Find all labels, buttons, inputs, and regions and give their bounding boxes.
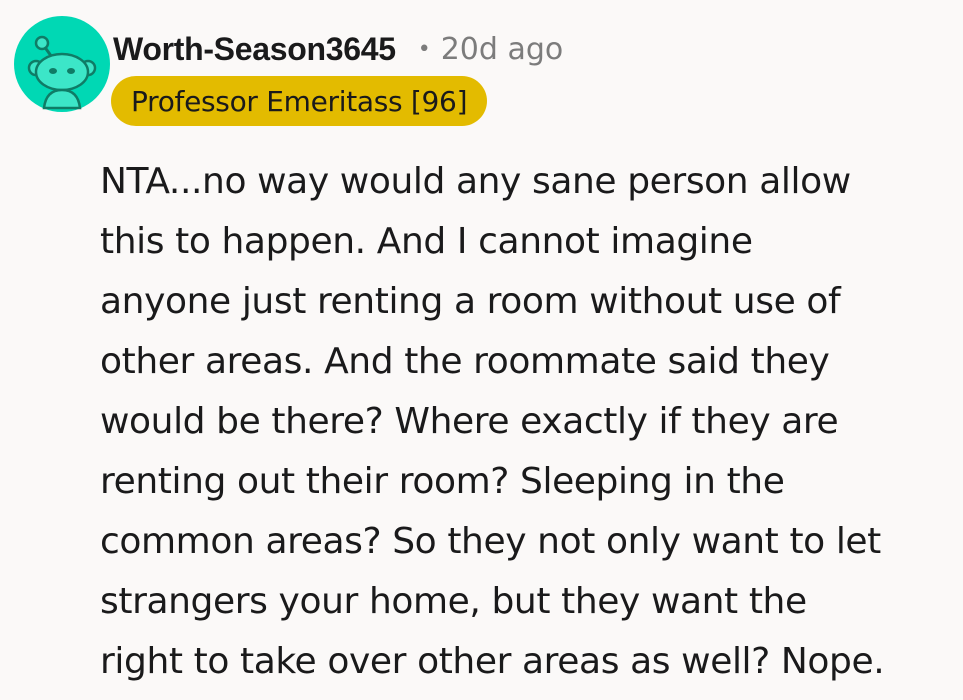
- comment-body-line: common areas? So they not only want to l…: [100, 521, 881, 562]
- comment-body: NTA...no way would any sane person allow…: [100, 152, 950, 692]
- comment-body-line: other areas. And the roommate said they: [100, 341, 830, 382]
- comment-body-line: right to take over other areas as well? …: [100, 641, 885, 682]
- snoo-avatar-icon[interactable]: [14, 16, 110, 112]
- comment-body-line: this to happen. And I cannot imagine: [100, 221, 753, 262]
- comment-header: Worth-Season3645 • 20d ago: [113, 26, 563, 72]
- comment-body-line: renting out their room? Sleeping in the: [100, 461, 785, 502]
- user-flair-badge: Professor Emeritass [96]: [111, 76, 488, 126]
- comment-body-line: anyone just renting a room without use o…: [100, 281, 841, 322]
- comment-card: Worth-Season3645 • 20d ago Professor Eme…: [0, 0, 963, 700]
- comment-timestamp[interactable]: 20d ago: [441, 32, 564, 67]
- author-username[interactable]: Worth-Season3645: [113, 31, 396, 68]
- comment-body-line: strangers your home, but they want the: [100, 581, 807, 622]
- comment-body-line: NTA...no way would any sane person allow: [100, 161, 851, 202]
- meta-separator: •: [417, 36, 431, 62]
- comment-body-line: would be there? Where exactly if they ar…: [100, 401, 839, 442]
